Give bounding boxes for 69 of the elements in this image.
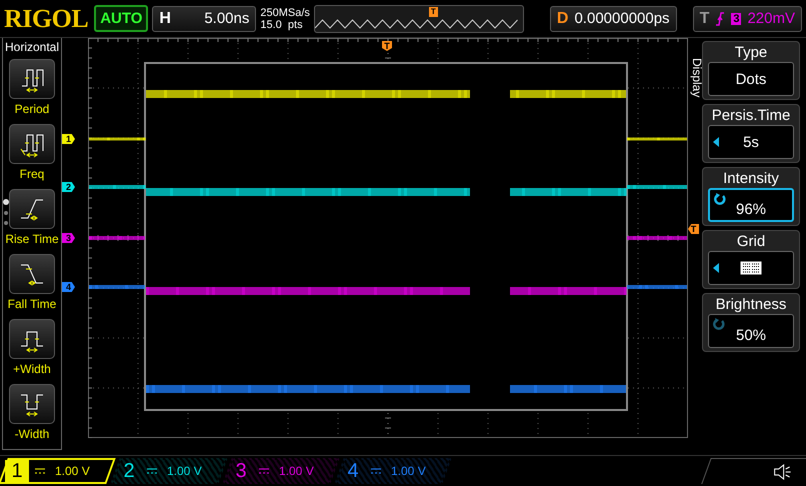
measure-label: Period [14,102,50,116]
measure-button[interactable] [9,124,55,164]
channel-scale: 1.00 V [391,464,426,478]
channel-tab[interactable]: 4 1.00 V [334,458,452,484]
menu-value-field[interactable]: 96% [708,188,794,222]
page-dots-icon [2,198,10,228]
brand-logo: RIGOL [4,4,88,34]
dc-coupling-icon [259,468,269,474]
delay-box[interactable]: D 0.00000000ps [550,6,677,32]
menu-item-label: Type [734,43,768,62]
menu-item[interactable]: Persis.Time 5s [702,104,800,163]
channel-scale: 1.00 V [279,464,314,478]
menu-item-label: Intensity [723,169,779,188]
measure-button[interactable] [9,384,55,424]
channel-scale: 1.00 V [167,464,202,478]
left-arrow-icon [713,263,719,273]
measure-label: Fall Time [8,297,56,311]
memory-depth: 15.0 pts [260,18,304,30]
menu-title: Display [690,58,704,98]
trigger-level-marker[interactable]: T [688,224,699,234]
measure-button[interactable] [9,59,55,99]
trigger-box[interactable]: T 3 220mV [692,6,802,32]
speaker-icon[interactable] [774,464,792,480]
measure-label: Rise Time [5,232,59,246]
menu-item[interactable]: Brightness 50% [702,293,800,352]
channel-tab[interactable]: 3 1.00 V [222,458,340,484]
menu-item[interactable]: Intensity 96% [702,167,800,226]
trigger-level: 220mV [747,10,795,27]
dc-coupling-icon [371,468,381,474]
measure-label: Freq [20,167,44,181]
measure-button[interactable] [9,189,55,229]
menu-value-field[interactable]: Dots [708,62,794,96]
channel-number: 4 [346,460,360,482]
grid-icon [740,261,762,275]
channel-marker[interactable]: 2 [62,182,75,192]
sample-rate: 250MSa/s [260,6,310,18]
channel-tab[interactable]: 2 1.00 V [110,458,228,484]
knob-icon [714,193,726,205]
measure-button[interactable] [9,319,55,359]
channel-number: 3 [234,460,248,482]
run-status[interactable]: AUTO [94,5,148,32]
timebase-box[interactable]: H 5.00ns [152,6,256,32]
channel-tab[interactable]: 1 1.00 V [0,458,116,484]
dc-coupling-icon [147,468,157,474]
channel-number: 2 [122,460,136,482]
menu-item-label: Brightness [716,295,786,314]
menu-value-field[interactable]: 50% [708,314,794,348]
channel-number: 1 [5,460,29,482]
channel-marker[interactable]: 4 [62,282,75,292]
sidebar-title: Horizontal [4,40,60,54]
dc-coupling-icon [35,468,45,474]
menu-value-field[interactable]: 5s [708,125,794,159]
measure-label: -Width [14,427,50,441]
measure-button[interactable] [9,254,55,294]
trigger-position-marker: T [428,6,438,16]
menu-item-label: Grid [736,232,766,251]
menu-value-field[interactable] [708,251,794,285]
knob-icon [713,318,725,330]
left-arrow-icon [713,137,719,147]
measure-label: +Width [13,362,51,376]
rising-edge-icon [715,12,726,26]
trigger-marker[interactable]: T [382,41,392,51]
channel-marker[interactable]: 1 [62,134,75,144]
trigger-source: 3 [731,12,742,24]
channel-scale: 1.00 V [55,464,90,478]
menu-item-label: Persis.Time [712,106,790,125]
menu-item[interactable]: Grid [702,230,800,289]
channel-marker[interactable]: 3 [62,233,75,243]
menu-item[interactable]: Type Dots [702,41,800,100]
